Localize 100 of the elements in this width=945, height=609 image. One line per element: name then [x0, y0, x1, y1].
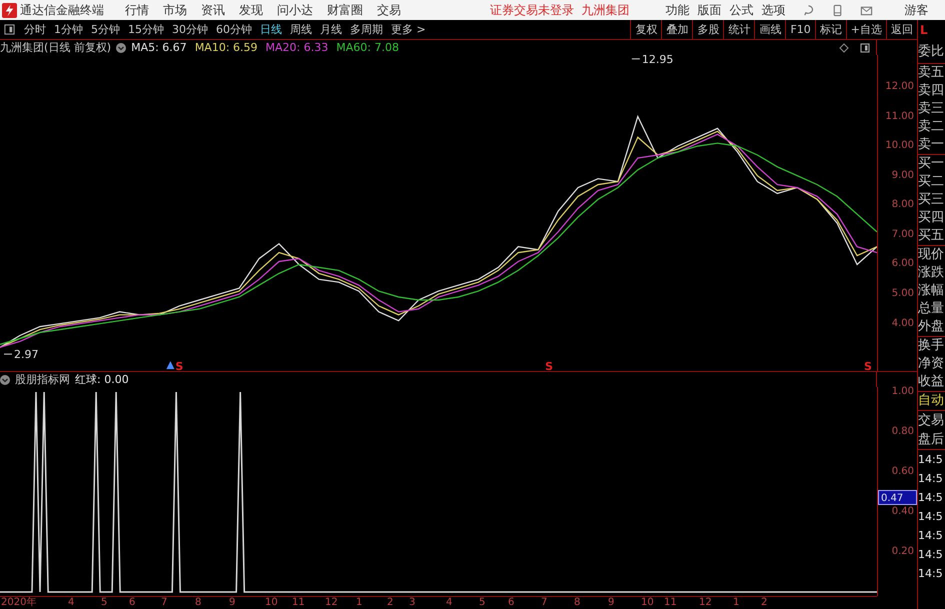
axis-label: 12.00 [885, 80, 914, 94]
axis-label: 6 [508, 597, 514, 608]
sell-signal: S [864, 360, 872, 371]
app-name: 通达信金融终端 [20, 2, 104, 18]
quote-label: 收益 [918, 373, 945, 391]
trade-time: 14:5 [918, 547, 944, 563]
panel-toggle-icon[interactable] [4, 24, 15, 35]
ma-value: : 6.59 [226, 41, 258, 54]
ma-name: MA20 [266, 41, 297, 54]
axis-label: 7 [161, 597, 168, 608]
period-tab[interactable]: 更多 > [391, 22, 426, 37]
axis-label: 6.00 [892, 257, 914, 272]
toolbar-button[interactable]: +自选 [846, 20, 886, 39]
menu-item[interactable]: 财富圈 [327, 2, 363, 18]
menu-item[interactable]: 公式 [730, 2, 754, 18]
toolbar-button[interactable]: 复权 [630, 20, 662, 39]
menu-item[interactable]: 问小达 [277, 2, 313, 18]
axis-label: 2 [761, 597, 768, 608]
period-tab[interactable]: 月线 [320, 22, 342, 37]
quote-label: 买一 [918, 155, 945, 173]
axis-label: 4.00 [892, 316, 914, 331]
indicator-name: 红球 [75, 372, 97, 387]
period-tab[interactable]: 日线 [260, 22, 282, 37]
menu-item[interactable]: 资讯 [201, 2, 225, 18]
price-label: 2.97 [4, 348, 38, 362]
mail-icon[interactable] [860, 4, 873, 16]
axis-label: 4 [446, 597, 452, 608]
axis-label: 1 [733, 597, 740, 608]
period-tab[interactable]: 1分钟 [54, 22, 83, 37]
axis-label: 6 [129, 597, 136, 608]
diamond-icon[interactable] [839, 42, 850, 52]
menu-item[interactable]: 版面 [698, 2, 722, 18]
toolbar-button[interactable]: F10 [785, 20, 815, 39]
axis-label: 11 [292, 597, 305, 608]
ma-value: : 6.33 [296, 41, 328, 54]
panel-corner-label[interactable]: L [918, 20, 945, 40]
axis-label: 1 [356, 597, 362, 608]
mode-tab[interactable]: 自动 [918, 392, 945, 411]
trade-time: 14:5 [918, 566, 944, 582]
cursor-value: 0.47 [878, 490, 917, 505]
quote-label: 涨跌 [918, 264, 945, 282]
axis-label: 7.00 [892, 228, 914, 242]
indicator-title: 股朋指标网 [15, 372, 70, 387]
trade-time: 14:5 [918, 528, 944, 544]
axis-label: 5 [101, 597, 108, 608]
axis-label: 9 [229, 597, 236, 608]
period-tab[interactable]: 分时 [24, 22, 46, 37]
period-tab[interactable]: 5分钟 [91, 22, 120, 37]
toolbar-button[interactable]: 叠加 [661, 20, 692, 39]
axis-label: 10 [641, 597, 654, 608]
axis-label: 0.20 [892, 545, 914, 559]
menu-item[interactable]: 选项 [762, 2, 786, 18]
chevron-icon[interactable] [0, 374, 10, 384]
axis-label: 11.00 [885, 110, 914, 124]
period-tab[interactable]: 多周期 [350, 22, 383, 37]
axis-label: 4 [68, 597, 74, 608]
axis-label: 2 [387, 597, 394, 608]
toolbar-button[interactable]: 返回 [886, 20, 917, 39]
toolbar-button[interactable]: 多股 [692, 20, 724, 39]
quote-label: 卖一 [918, 136, 945, 154]
ma-name: MA60 [336, 41, 368, 54]
quote-label: 买二 [918, 173, 945, 191]
sell-signal: S [545, 360, 554, 371]
menu-item[interactable]: 交易 [377, 2, 401, 18]
axis-label: 7 [541, 597, 548, 608]
axis-label: 9.00 [892, 168, 914, 183]
quote-label: 总量 [918, 300, 945, 318]
quote-label: 买三 [918, 191, 945, 209]
period-tab[interactable]: 15分钟 [128, 22, 164, 37]
axis-label: 0.80 [892, 425, 914, 439]
period-tab[interactable]: 30分钟 [172, 22, 208, 37]
axis-label: 9 [608, 597, 614, 608]
axis-label: 11 [664, 597, 677, 608]
user-name[interactable]: 游客 [904, 2, 929, 18]
toolbar-button[interactable]: 画线 [754, 20, 786, 39]
sell-signal: S [175, 360, 184, 371]
menu-item[interactable]: 市场 [163, 2, 187, 18]
menu-item[interactable]: 功能 [666, 2, 690, 18]
toolbar-button[interactable]: 标记 [814, 20, 846, 39]
quote-label: 买四 [918, 209, 945, 227]
period-tab[interactable]: 60分钟 [216, 22, 252, 37]
toolbar-button[interactable]: 统计 [723, 20, 754, 39]
login-notice: 证券交易未登录 九洲集团 [490, 2, 630, 18]
quote-tab[interactable]: 交易 [918, 411, 945, 430]
axis-label: 2020年 [1, 597, 36, 608]
menu-item[interactable]: 行情 [125, 2, 149, 18]
axis-label: 1.00 [892, 385, 914, 399]
axis-label: 0.60 [892, 465, 914, 479]
quote-label: 买五 [918, 227, 945, 245]
quote-label: 现价 [918, 246, 945, 264]
indicator-value: : 0.00 [97, 373, 129, 386]
quote-tab[interactable]: 盘后 [918, 430, 945, 449]
quote-label: 换手 [918, 337, 945, 355]
panel-toggle-icon[interactable] [860, 42, 870, 52]
chevron-icon[interactable] [116, 42, 126, 52]
axis-label: 0.40 [892, 505, 914, 519]
menu-item[interactable]: 发现 [239, 2, 263, 18]
period-tab[interactable]: 周线 [290, 22, 312, 37]
axis-label: 5.00 [892, 287, 914, 302]
phone-icon[interactable] [830, 4, 844, 16]
